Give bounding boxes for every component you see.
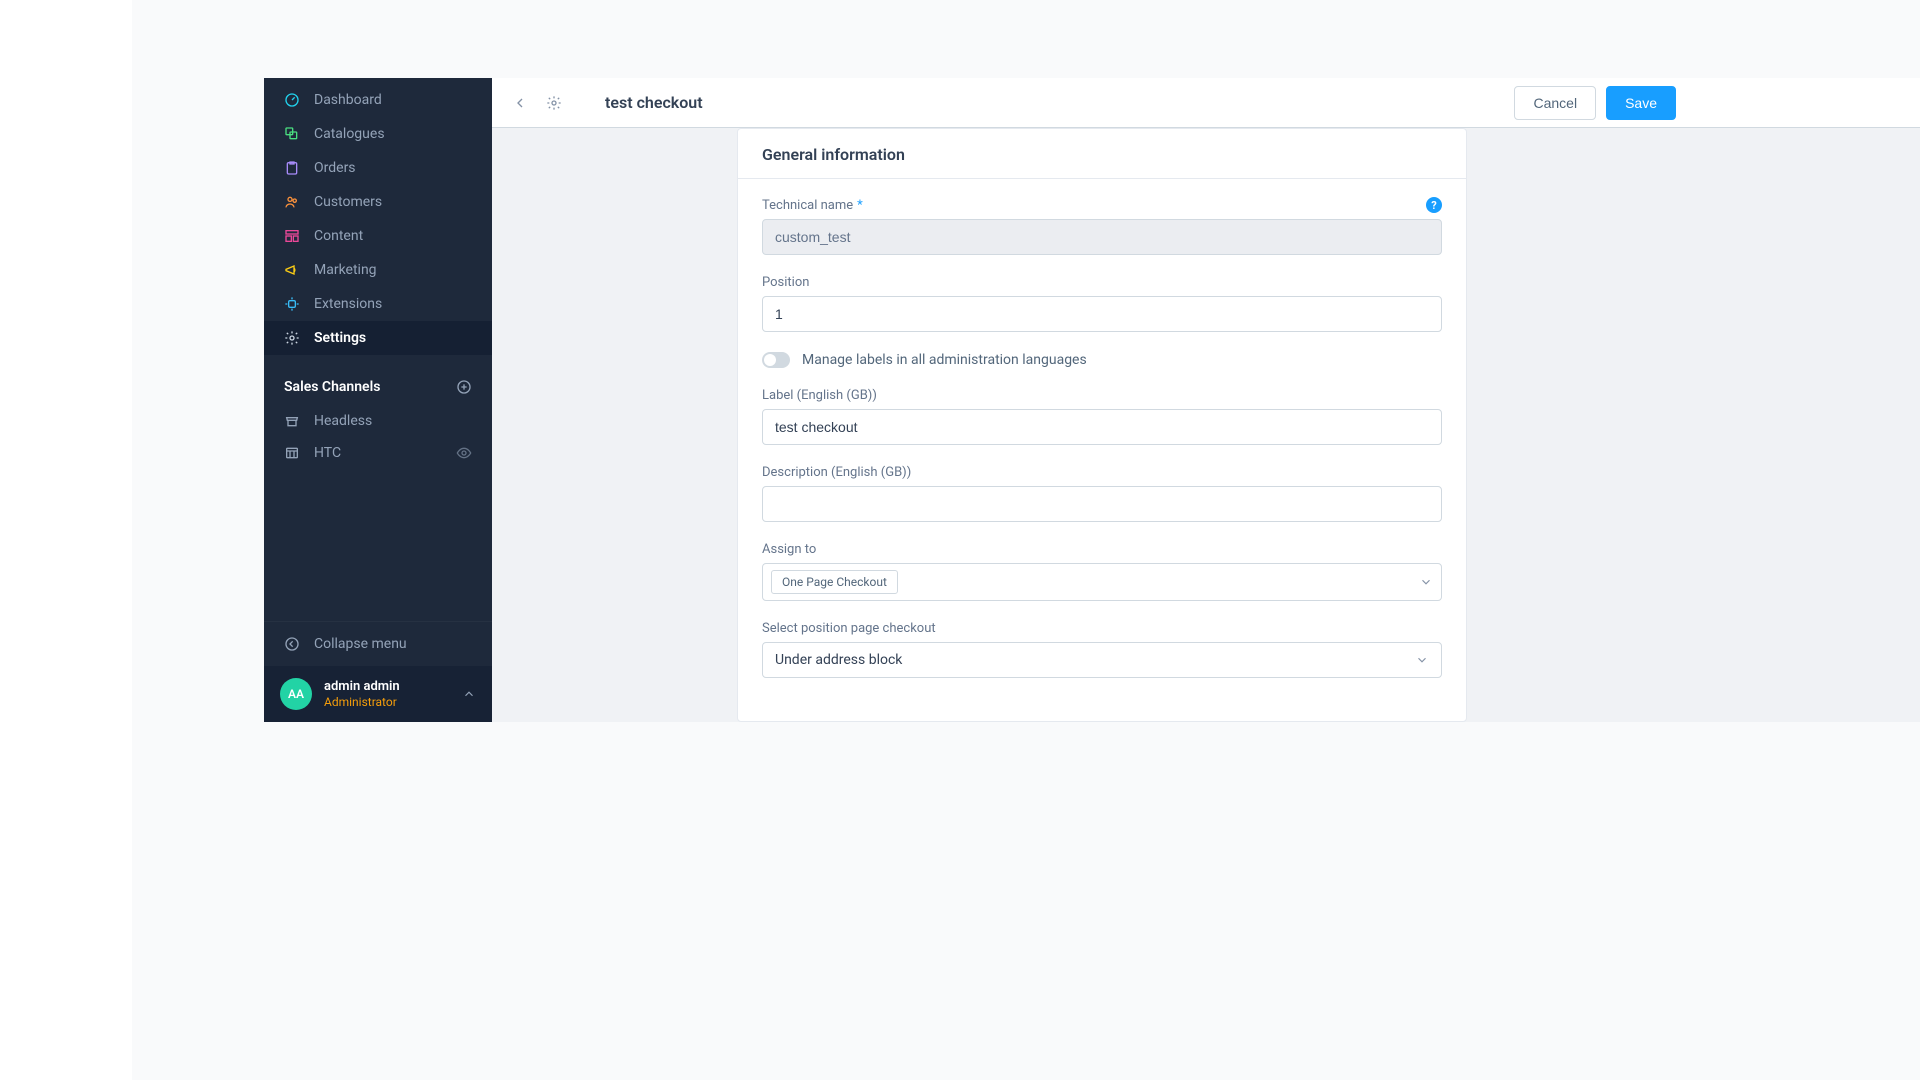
save-button[interactable]: Save [1606,86,1676,120]
nav-orders[interactable]: Orders [264,151,492,185]
plug-icon [284,296,300,312]
user-role: Administrator [324,695,400,709]
channel-headless[interactable]: Headless [264,405,492,437]
position-label: Position [762,275,809,290]
manage-labels-label: Manage labels in all administration lang… [802,352,1087,368]
section-title: General information [738,129,1466,179]
users-icon [284,194,300,210]
cancel-button[interactable]: Cancel [1514,86,1596,120]
description-en-label: Description (English (GB)) [762,465,911,480]
technical-name-label: Technical name [762,198,853,213]
assign-to-select[interactable]: One Page Checkout [762,563,1442,601]
chevron-down-icon [1419,575,1433,589]
nav-label: Orders [314,160,356,176]
sales-channels-title: Sales Channels [284,379,380,395]
field-position: Position [762,275,1442,332]
channel-label: HTC [314,445,341,461]
label-en-label: Label (English (GB)) [762,388,877,403]
nav-settings[interactable]: Settings [264,321,492,355]
help-icon[interactable]: ? [1426,197,1442,213]
field-position-page: Select position page checkout Under addr… [762,621,1442,678]
position-page-label: Select position page checkout [762,621,936,636]
nav-label: Catalogues [314,126,385,142]
storefront-grid-icon [284,445,300,461]
sales-channels-header: Sales Channels [264,355,492,405]
label-en-input[interactable] [762,409,1442,445]
nav-label: Extensions [314,296,382,312]
nav-extensions[interactable]: Extensions [264,287,492,321]
position-page-value: Under address block [775,652,902,668]
field-technical-name: Technical name * ? [762,197,1442,255]
assign-to-label: Assign to [762,542,816,557]
nav-customers[interactable]: Customers [264,185,492,219]
collapse-label: Collapse menu [314,636,407,652]
storefront-icon [284,413,300,429]
topbar: test checkout Cancel Save [492,78,1920,128]
sidebar: Dashboard Catalogues Orders Customers [264,78,492,722]
chevron-left-icon [284,636,300,652]
nav-label: Customers [314,194,382,210]
nav-content[interactable]: Content [264,219,492,253]
clipboard-icon [284,160,300,176]
toggle-knob [764,354,776,366]
user-info: admin admin Administrator [324,679,400,709]
collapse-menu[interactable]: Collapse menu [264,621,492,666]
nav-catalogues[interactable]: Catalogues [264,117,492,151]
megaphone-icon [284,262,300,278]
nav-label: Content [314,228,363,244]
position-input[interactable] [762,296,1442,332]
manage-labels-toggle[interactable] [762,352,790,368]
field-assign-to: Assign to One Page Checkout [762,542,1442,601]
user-name: admin admin [324,679,400,695]
page-title: test checkout [605,93,703,112]
field-description-en: Description (English (GB)) [762,465,1442,522]
viewport-left-gutter [0,0,132,1080]
primary-nav: Dashboard Catalogues Orders Customers [264,78,492,355]
general-info-card: General information Technical name * ? P… [737,128,1467,722]
gear-icon [284,330,300,346]
technical-name-input[interactable] [762,219,1442,255]
main-area: test checkout Cancel Save General inform… [492,78,1920,722]
position-page-select[interactable]: Under address block [762,642,1442,678]
avatar: AA [280,678,312,710]
chevron-down-icon [1415,653,1429,667]
gear-icon[interactable] [542,91,566,115]
description-en-input[interactable] [762,486,1442,522]
channel-htc[interactable]: HTC [264,437,492,469]
layout-icon [284,228,300,244]
nav-label: Dashboard [314,92,382,108]
nav-label: Settings [314,330,366,346]
back-icon[interactable] [508,91,532,115]
layers-icon [284,126,300,142]
nav-label: Marketing [314,262,377,278]
eye-icon[interactable] [456,445,472,461]
field-label-en: Label (English (GB)) [762,388,1442,445]
nav-marketing[interactable]: Marketing [264,253,492,287]
required-marker: * [857,198,863,213]
add-channel-icon[interactable] [456,379,472,395]
gauge-icon [284,92,300,108]
channel-label: Headless [314,413,372,429]
nav-dashboard[interactable]: Dashboard [264,83,492,117]
chevron-up-icon [462,687,476,701]
user-menu[interactable]: AA admin admin Administrator [264,666,492,722]
manage-labels-row: Manage labels in all administration lang… [762,352,1442,368]
assign-to-chip[interactable]: One Page Checkout [771,570,898,594]
